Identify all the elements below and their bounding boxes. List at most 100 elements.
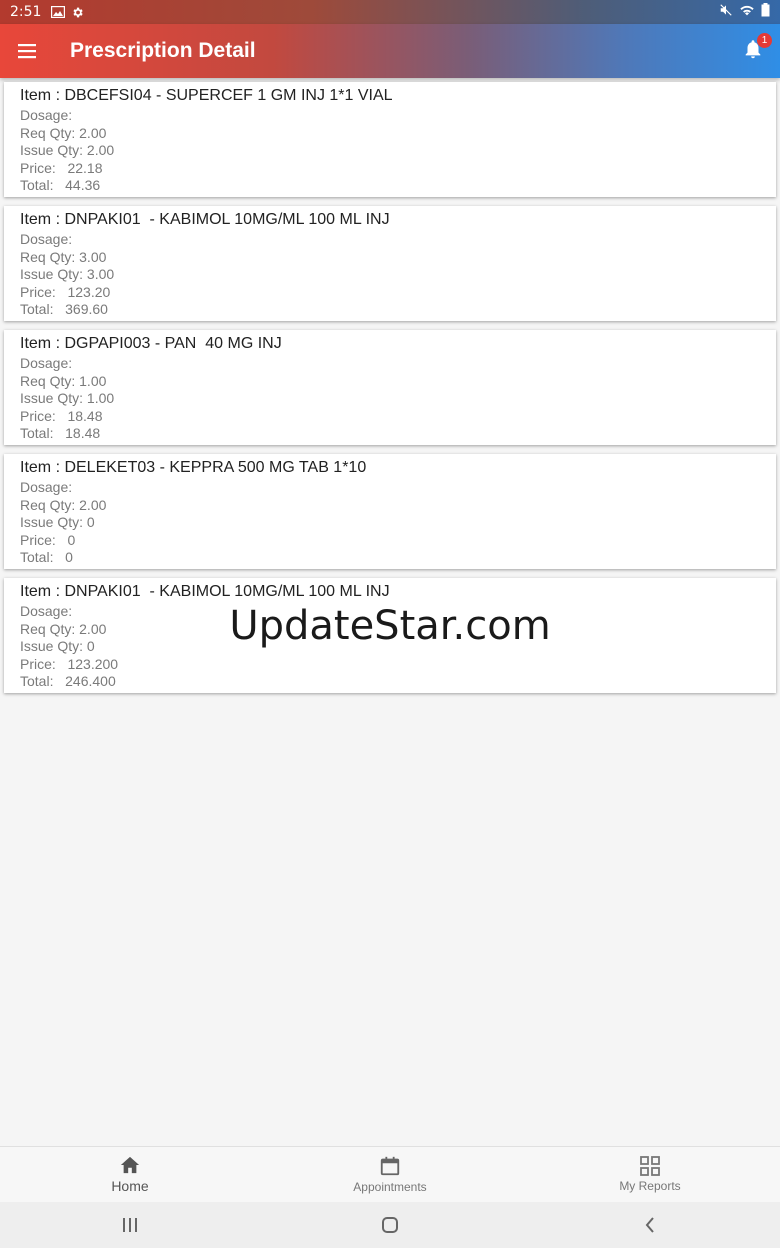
app-bar: Prescription Detail 1 bbox=[0, 24, 780, 78]
price-value: 123.20 bbox=[67, 283, 111, 300]
system-nav-bar bbox=[0, 1202, 780, 1248]
dosage-row: Dosage: bbox=[20, 479, 760, 497]
price-label: Price: bbox=[20, 159, 56, 176]
req-qty-label: Req Qty: bbox=[20, 372, 76, 389]
req-qty-value: 2.00 bbox=[79, 496, 107, 513]
page-title: Prescription Detail bbox=[70, 39, 256, 62]
dosage-row: Dosage: bbox=[20, 231, 760, 249]
list-item: Item : DNPAKI01 - KABIMOL 10MG/ML 100 ML… bbox=[4, 206, 776, 321]
settings-icon bbox=[71, 6, 84, 19]
total-value: 44.36 bbox=[65, 177, 101, 193]
nav-my-reports-label: My Reports bbox=[619, 1179, 681, 1193]
item-title: Item : DNPAKI01 - KABIMOL 10MG/ML 100 ML… bbox=[20, 583, 390, 600]
req-qty-row: Req Qty: 1.00 bbox=[20, 373, 760, 391]
grid-icon bbox=[640, 1156, 660, 1176]
price-row: Price: 22.18 bbox=[20, 160, 760, 178]
notification-button[interactable]: 1 bbox=[742, 33, 772, 63]
back-button[interactable] bbox=[620, 1202, 680, 1248]
menu-button[interactable] bbox=[0, 24, 56, 78]
issue-qty-label: Issue Qty: bbox=[20, 266, 84, 282]
recents-icon bbox=[123, 1218, 137, 1232]
req-qty-label: Req Qty: bbox=[20, 496, 76, 513]
nav-home-label: Home bbox=[111, 1178, 149, 1194]
price-row: Price: 123.20 bbox=[20, 284, 760, 302]
total-row: Total: 44.36 bbox=[20, 177, 760, 195]
home-icon bbox=[120, 1156, 140, 1174]
total-row: Total: 0 bbox=[20, 549, 760, 567]
total-label: Total: bbox=[20, 177, 54, 193]
battery-icon bbox=[761, 3, 770, 21]
list-item: Item : DBCEFSI04 - SUPERCEF 1 GM INJ 1*1… bbox=[4, 82, 776, 197]
total-value: 246.400 bbox=[65, 673, 116, 689]
price-label: Price: bbox=[20, 655, 56, 672]
nav-my-reports[interactable]: My Reports bbox=[520, 1147, 780, 1202]
nav-home[interactable]: Home bbox=[0, 1147, 260, 1202]
issue-qty-label: Issue Qty: bbox=[20, 390, 84, 406]
total-value: 18.48 bbox=[65, 425, 101, 441]
price-value: 18.48 bbox=[67, 407, 103, 424]
price-row: Price: 18.48 bbox=[20, 408, 760, 426]
price-row: Price: 123.200 bbox=[20, 656, 760, 674]
total-label: Total: bbox=[20, 673, 54, 689]
price-label: Price: bbox=[20, 407, 56, 424]
gallery-icon bbox=[51, 6, 66, 18]
price-value: 0 bbox=[67, 531, 76, 548]
nav-appointments[interactable]: Appointments bbox=[260, 1147, 520, 1202]
issue-qty-value: 2.00 bbox=[86, 142, 115, 158]
dosage-row: Dosage: bbox=[20, 107, 760, 125]
mute-icon bbox=[719, 3, 733, 21]
dosage-label: Dosage: bbox=[20, 231, 73, 247]
issue-qty-label: Issue Qty: bbox=[20, 142, 84, 158]
price-row: Price: 0 bbox=[20, 532, 760, 550]
list-item: Item : DGPAPI003 - PAN 40 MG INJ Dosage:… bbox=[4, 330, 776, 445]
total-row: Total: 369.60 bbox=[20, 301, 760, 319]
home-system-button[interactable] bbox=[360, 1202, 420, 1248]
req-qty-row: Req Qty: 3.00 bbox=[20, 249, 760, 267]
req-qty-label: Req Qty: bbox=[20, 124, 76, 141]
status-time: 2:51 bbox=[10, 4, 42, 20]
price-label: Price: bbox=[20, 283, 56, 300]
issue-qty-value: 0 bbox=[86, 514, 95, 530]
total-value: 369.60 bbox=[65, 301, 108, 317]
wifi-icon bbox=[739, 3, 755, 21]
dosage-row: Dosage: bbox=[20, 355, 760, 373]
dosage-label: Dosage: bbox=[20, 479, 73, 495]
req-qty-row: Req Qty: 2.00 bbox=[20, 125, 760, 143]
nav-appointments-label: Appointments bbox=[353, 1180, 427, 1194]
issue-qty-row: Issue Qty: 3.00 bbox=[20, 266, 760, 284]
req-qty-row: Req Qty: 2.00 bbox=[20, 497, 760, 515]
price-label: Price: bbox=[20, 531, 56, 548]
notification-badge: 1 bbox=[757, 33, 772, 48]
req-qty-value: 1.00 bbox=[79, 372, 107, 389]
issue-qty-value: 3.00 bbox=[86, 266, 115, 282]
watermark: UpdateStar.com bbox=[229, 603, 551, 649]
req-qty-label: Req Qty: bbox=[20, 248, 76, 265]
req-qty-value: 2.00 bbox=[79, 124, 107, 141]
total-row: Total: 246.400 bbox=[20, 673, 760, 691]
hamburger-icon bbox=[18, 44, 36, 59]
total-label: Total: bbox=[20, 549, 54, 565]
total-label: Total: bbox=[20, 425, 54, 441]
dosage-label: Dosage: bbox=[20, 355, 73, 371]
price-value: 123.200 bbox=[67, 655, 119, 672]
price-value: 22.18 bbox=[67, 159, 103, 176]
recents-button[interactable] bbox=[100, 1202, 160, 1248]
total-row: Total: 18.48 bbox=[20, 425, 760, 443]
total-value: 0 bbox=[65, 549, 73, 565]
circle-home-icon bbox=[382, 1217, 398, 1233]
item-title: Item : DBCEFSI04 - SUPERCEF 1 GM INJ 1*1… bbox=[20, 87, 393, 104]
req-qty-value: 3.00 bbox=[79, 248, 107, 265]
issue-qty-row: Issue Qty: 1.00 bbox=[20, 390, 760, 408]
total-label: Total: bbox=[20, 301, 54, 317]
issue-qty-label: Issue Qty: bbox=[20, 514, 84, 530]
item-title: Item : DNPAKI01 - KABIMOL 10MG/ML 100 ML… bbox=[20, 211, 390, 228]
bottom-nav: Home Appointments My Reports bbox=[0, 1146, 780, 1202]
issue-qty-row: Issue Qty: 0 bbox=[20, 514, 760, 532]
calendar-icon bbox=[380, 1156, 400, 1176]
dosage-label: Dosage: bbox=[20, 107, 73, 123]
issue-qty-row: Issue Qty: 2.00 bbox=[20, 142, 760, 160]
list-item: Item : DELEKET03 - KEPPRA 500 MG TAB 1*1… bbox=[4, 454, 776, 569]
issue-qty-value: 1.00 bbox=[86, 390, 115, 406]
item-title: Item : DELEKET03 - KEPPRA 500 MG TAB 1*1… bbox=[20, 459, 367, 476]
item-title: Item : DGPAPI003 - PAN 40 MG INJ bbox=[20, 335, 282, 352]
